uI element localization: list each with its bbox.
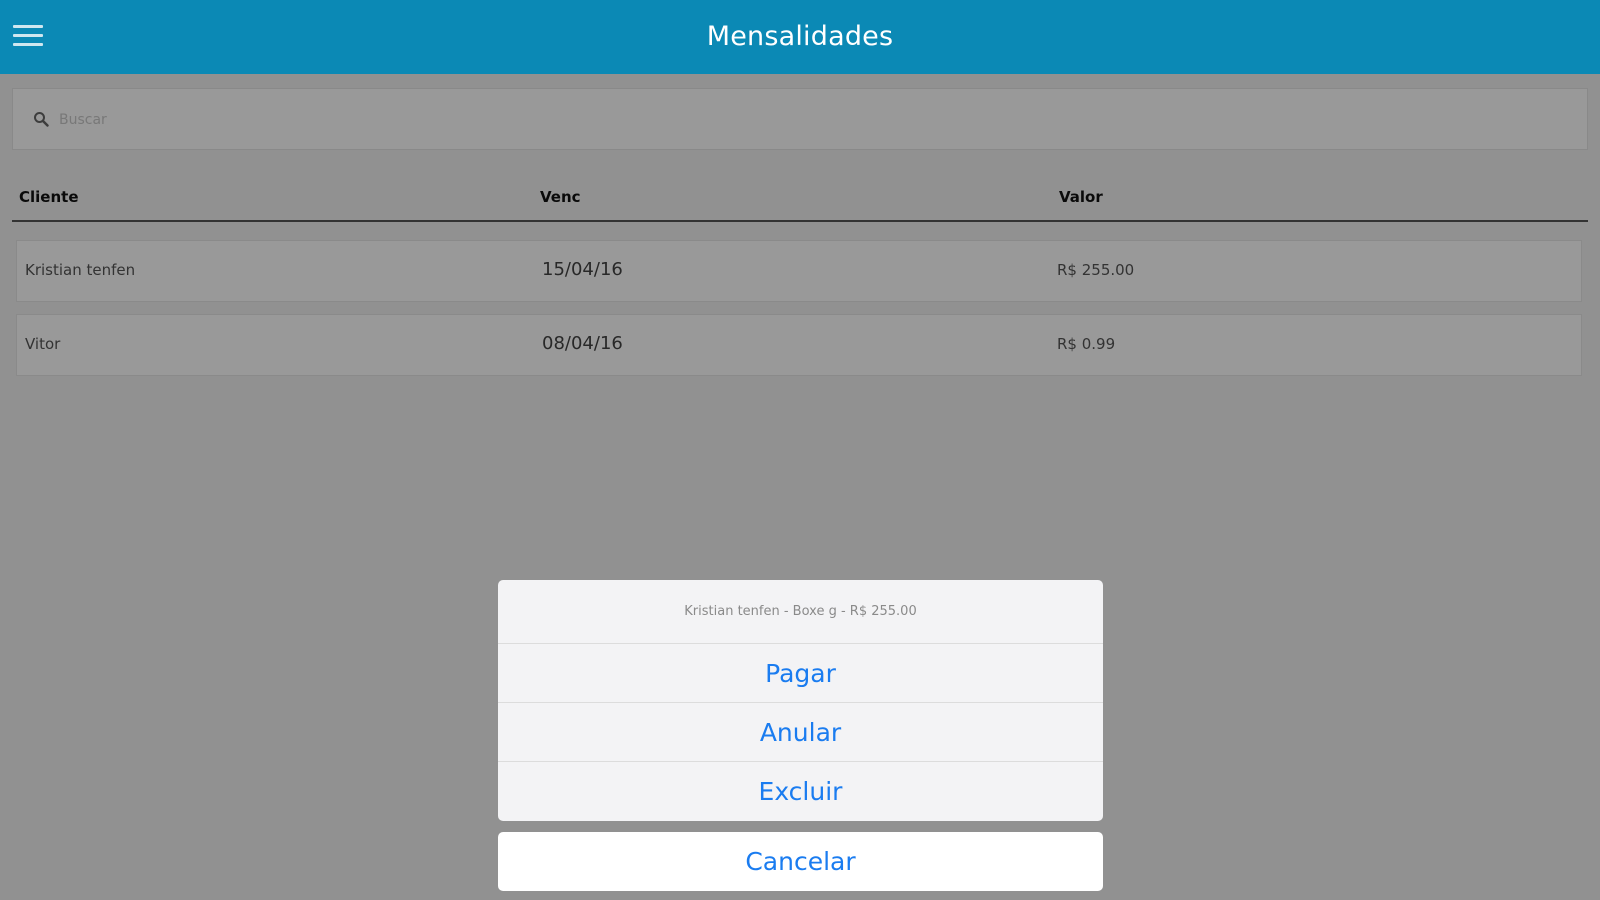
app-header: Mensalidades [0, 0, 1600, 74]
pagar-button[interactable]: Pagar [498, 644, 1103, 703]
excluir-button[interactable]: Excluir [498, 762, 1103, 821]
page-title: Mensalidades [706, 21, 894, 52]
anular-button[interactable]: Anular [498, 703, 1103, 762]
action-sheet: Kristian tenfen - Boxe g - R$ 255.00 Pag… [498, 580, 1103, 821]
cancel-button[interactable]: Cancelar [498, 832, 1103, 891]
action-sheet-title: Kristian tenfen - Boxe g - R$ 255.00 [498, 580, 1103, 644]
